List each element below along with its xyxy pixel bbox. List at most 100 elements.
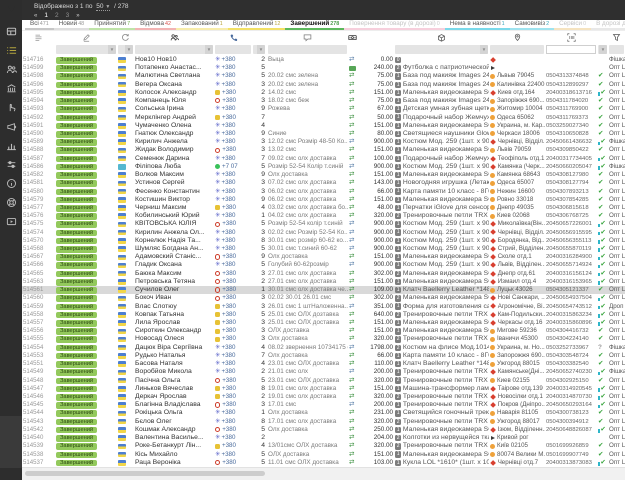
marketing-icon[interactable] <box>0 117 22 136</box>
table-row[interactable]: 514544ЗавершенийРокіцька Ольга✳+3801Олх … <box>22 409 625 417</box>
table-row[interactable]: 514570ЗавершенийКорнелюк Надія Та...✳+38… <box>22 237 625 245</box>
table-row[interactable]: 514575ЗавершенийКВІТОВСЬКА ЮЛІЯ+3805Розм… <box>22 220 625 228</box>
tab-out-of-stock[interactable]: Нема в наявності1 <box>445 20 510 30</box>
col-source[interactable] <box>117 33 134 42</box>
table-row[interactable]: 514553ЗавершенийРудько Наталья✳+3807Олх … <box>22 352 625 360</box>
page-button[interactable]: 1 <box>44 12 48 20</box>
filter-cell[interactable]: ▼ <box>598 45 607 54</box>
table-row[interactable]: 514587ЗавершенийСеменюк Дарина✳+380709.0… <box>22 155 625 163</box>
analytics-icon[interactable] <box>0 136 22 155</box>
table-row[interactable]: 514551ЗавершенийБасова Наталя✳+380423.01… <box>22 360 625 368</box>
col-comment[interactable] <box>267 33 348 42</box>
tab-packed[interactable]: Запакований1 <box>176 20 228 30</box>
col-amount-filter[interactable] <box>348 45 394 56</box>
table-row[interactable]: 514574ЗавершенийКирилин Анжела Ол...✳+38… <box>22 229 625 237</box>
tab-shipped[interactable]: Відправлений12 <box>228 20 286 30</box>
table-row[interactable]: 514563ЗавершенийПетровська Тетяна+380227… <box>22 278 625 286</box>
col-channel-filter[interactable] <box>608 45 625 56</box>
col-customer[interactable] <box>134 33 214 42</box>
table-row[interactable]: 514586ЗавершенийФіліпова Люба+7 075Розмі… <box>22 163 625 171</box>
table-row[interactable]: 514554ЗавершенийДацюк Віра Сергіївна✳+38… <box>22 344 625 352</box>
col-tracking[interactable] <box>545 33 597 42</box>
table-row[interactable]: 514579ЗавершенийКостишин Виктор✳+380906.… <box>22 196 625 204</box>
table-row[interactable]: 514568ЗавершенийШумляс Богдана Ан...✳+38… <box>22 245 625 253</box>
table-row[interactable]: 514566ЗавершенийГладик Оксана✳+3805Голуб… <box>22 261 625 269</box>
tab-pickup[interactable]: Самовивіз2 <box>510 20 554 30</box>
table-row[interactable]: 514547ЗавершенийЛиньков Вячеслав+380819.… <box>22 385 625 393</box>
table-row[interactable]: 514539ЗавершенийРоке-Бетанкурт Лін...+38… <box>22 442 625 450</box>
col-status-filter[interactable]: ▼ <box>55 45 117 56</box>
table-row[interactable]: 514545ЗавершенийБлагінна Владіслава+3803… <box>22 401 625 409</box>
page-button[interactable]: 2 <box>55 12 59 20</box>
filter-cell[interactable] <box>490 45 544 54</box>
first-page-icon[interactable]: « <box>34 13 37 19</box>
col-source-filter[interactable]: ▼ <box>117 45 134 56</box>
table-row[interactable]: 514593ЗавершенийСольська Ірина✳+3809Роже… <box>22 105 625 113</box>
filter-cell[interactable]: ▼ <box>253 45 265 54</box>
table-row[interactable]: 514716ЗавершенийНов10 Нов10✳+3802Выца⇄0.… <box>22 56 625 64</box>
table-row[interactable]: 514595ЗавершенийКолосок Александр+380214… <box>22 89 625 97</box>
table-row[interactable]: 514561ЗавершенийСучилов Олег+380130.01 с… <box>22 286 625 294</box>
page-size-dropdown[interactable]: 50 ▼ <box>96 3 110 11</box>
table-row[interactable]: 514590ЗавершенийГнатюк Олександр✳+3809Си… <box>22 130 625 138</box>
col-messages-count-filter[interactable]: ▼ <box>252 45 267 56</box>
col-tracking-filter[interactable] <box>545 45 597 56</box>
support-icon[interactable] <box>0 193 22 212</box>
col-channel[interactable] <box>608 33 625 42</box>
dashboard-icon[interactable] <box>0 22 22 41</box>
tab-return-in-transit[interactable]: Повернення товару (в дорозі)0 <box>344 20 445 30</box>
filter-cell[interactable] <box>268 45 347 54</box>
col-amount[interactable] <box>348 33 394 42</box>
table-row[interactable]: 514543ЗавершенийБєлов Олег✳+380817.01 см… <box>22 418 625 426</box>
customers-icon[interactable] <box>0 60 22 79</box>
tab-on-way-home[interactable]: В дорозі додому <box>591 20 625 30</box>
table-row[interactable]: 514557ЗавершенийЛила Ярослав+380325.01 с… <box>22 319 625 327</box>
table-row[interactable]: 514559ЗавершенийВлас Слотюу+380326.01 см… <box>22 303 625 311</box>
tab-all[interactable]: Всі471 <box>25 20 54 30</box>
finance-icon[interactable] <box>0 79 22 98</box>
filter-cell[interactable] <box>609 45 624 54</box>
table-row[interactable]: 514548ЗавершенийПасічна Ольга+380523.01 … <box>22 377 625 385</box>
last-page-icon[interactable]: » <box>76 13 79 19</box>
table-row[interactable]: 514596ЗавершенийВегера Оксана✳+380320.02… <box>22 81 625 89</box>
tab-declined[interactable]: Відмова42 <box>135 20 176 30</box>
table-row[interactable]: 514591ЗавершенийЧумаченко Олена✳+3804⇄15… <box>22 122 625 130</box>
table-row[interactable]: 514598ЗавершенийМалютина Светлана✳+38052… <box>22 72 625 80</box>
table-row[interactable]: 514555ЗавершенийНовосад Олеся+3803Олх до… <box>22 335 625 343</box>
table-row[interactable]: 514581ЗавершенийУстинов Сергей✳+380307.0… <box>22 179 625 187</box>
table-row[interactable]: 514556ЗавершенийСироткин Олександр+3803О… <box>22 327 625 335</box>
col-comment-filter[interactable] <box>267 45 348 56</box>
table-row[interactable]: 514567ЗавершенийАдамовский Станіс...+380… <box>22 253 625 261</box>
info-icon[interactable] <box>0 174 22 193</box>
col-phone[interactable] <box>214 33 252 42</box>
col-customer-filter[interactable]: ▼ <box>134 45 214 56</box>
tab-services[interactable]: Сервіси0 <box>554 20 591 30</box>
col-phone-filter[interactable] <box>214 45 252 56</box>
col-delivery-city[interactable] <box>489 33 545 42</box>
tab-completed[interactable]: Завершений278 <box>285 20 344 30</box>
video-tutorials-icon[interactable] <box>0 212 22 231</box>
col-products-filter[interactable]: ▼ <box>394 45 489 56</box>
table-row[interactable]: 514577ЗавершенийЧерниш Максим+380403.02 … <box>22 204 625 212</box>
table-row[interactable]: 514546ЗавершенийДеркач Ярослав+380219.01… <box>22 393 625 401</box>
col-products[interactable] <box>394 33 489 42</box>
col-payment-status-filter[interactable]: ▼ <box>597 45 608 56</box>
horizontal-scrollbar[interactable] <box>22 467 625 480</box>
col-delivery-city-filter[interactable] <box>489 45 545 56</box>
table-row[interactable]: 514582ЗавершенийВолков Максим✳+3809Олх д… <box>22 171 625 179</box>
table-row[interactable]: 514599ЗавершенийПотапенко Анастас...✳+38… <box>22 64 625 72</box>
filter-cell[interactable] <box>546 45 596 54</box>
col-status[interactable] <box>55 33 117 42</box>
filter-cell[interactable] <box>215 45 251 54</box>
orders-icon[interactable] <box>0 41 22 60</box>
settings-icon[interactable] <box>0 155 22 174</box>
col-order-id[interactable] <box>22 33 55 42</box>
col-order-id-filter[interactable] <box>22 45 55 56</box>
tab-accepted[interactable]: Прийнятий7 <box>89 20 135 30</box>
table-row[interactable]: 514576ЗавершенийКобилинський Юрий✳+38010… <box>22 212 625 220</box>
tab-new[interactable]: Новий48 <box>54 20 89 30</box>
table-row[interactable]: 514540ЗавершенийВалентина Василье...✳+38… <box>22 434 625 442</box>
table-row[interactable]: 514558ЗавершенийКовпак Татьяна+380525.01… <box>22 311 625 319</box>
table-row[interactable]: 514538ЗавершенийКісь Михайло✳+3805ОЛХ до… <box>22 451 625 459</box>
page-button[interactable]: 3 <box>66 12 70 20</box>
